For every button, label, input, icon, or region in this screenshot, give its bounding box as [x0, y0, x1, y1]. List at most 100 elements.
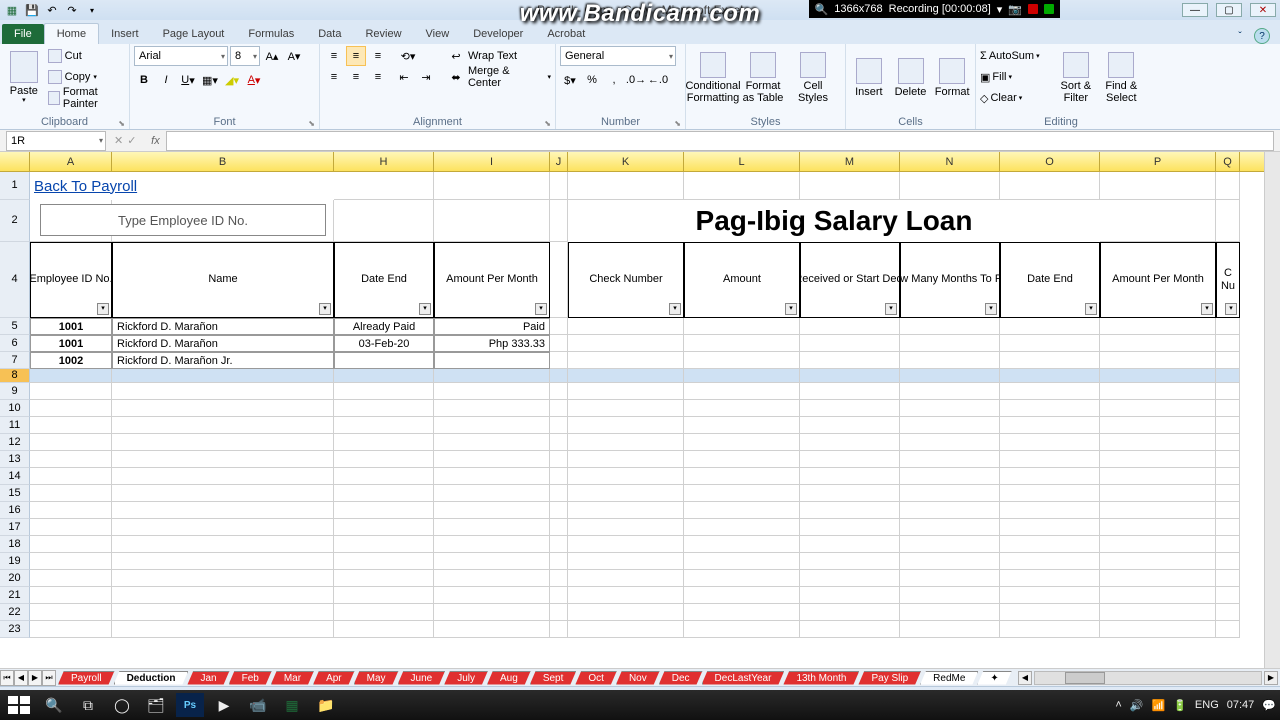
- row-header-1[interactable]: 1: [0, 172, 30, 200]
- col-header-P[interactable]: P: [1100, 152, 1216, 171]
- cell-N6[interactable]: [900, 335, 1000, 352]
- tab-view[interactable]: View: [414, 24, 462, 44]
- cell-J2[interactable]: [550, 200, 568, 242]
- row-header-19[interactable]: 19: [0, 553, 30, 570]
- redo-icon[interactable]: ↷: [64, 2, 80, 18]
- cell-P12[interactable]: [1100, 434, 1216, 451]
- filter-dropdown-icon[interactable]: ▾: [885, 303, 897, 315]
- cell-O5[interactable]: [1000, 318, 1100, 335]
- cell-A9[interactable]: [30, 383, 112, 400]
- cell-O13[interactable]: [1000, 451, 1100, 468]
- formula-input[interactable]: [166, 131, 1274, 151]
- cell-L12[interactable]: [684, 434, 800, 451]
- row-header-6[interactable]: 6: [0, 335, 30, 352]
- cell-B18[interactable]: [112, 536, 334, 553]
- sheet-tab-june[interactable]: June: [398, 671, 446, 685]
- cancel-icon[interactable]: ✕: [114, 134, 123, 147]
- cell-L15[interactable]: [684, 485, 800, 502]
- cell-J5[interactable]: [550, 318, 568, 335]
- cell-N7[interactable]: [900, 352, 1000, 369]
- cell-H9[interactable]: [334, 383, 434, 400]
- undo-icon[interactable]: ↶: [44, 2, 60, 18]
- cell-H17[interactable]: [334, 519, 434, 536]
- row-header-8[interactable]: 8: [0, 369, 30, 383]
- cell-H21[interactable]: [334, 587, 434, 604]
- cell-M5[interactable]: [800, 318, 900, 335]
- filter-dropdown-icon[interactable]: ▾: [419, 303, 431, 315]
- cell-J4[interactable]: [550, 242, 568, 318]
- cell-M8[interactable]: [800, 369, 900, 383]
- cell-P7[interactable]: [1100, 352, 1216, 369]
- align-bottom-button[interactable]: ≡: [368, 46, 388, 66]
- cell-M6[interactable]: [800, 335, 900, 352]
- cell-I5[interactable]: Paid: [434, 318, 550, 335]
- cell-B9[interactable]: [112, 383, 334, 400]
- cell-A2[interactable]: Type Employee ID No.: [40, 204, 326, 236]
- cell-L7[interactable]: [684, 352, 800, 369]
- cell-I13[interactable]: [434, 451, 550, 468]
- cell-J22[interactable]: [550, 604, 568, 621]
- cell-L13[interactable]: [684, 451, 800, 468]
- cell-I11[interactable]: [434, 417, 550, 434]
- cell-N18[interactable]: [900, 536, 1000, 553]
- cut-button[interactable]: Cut: [48, 46, 125, 66]
- cell-J15[interactable]: [550, 485, 568, 502]
- task-view-icon[interactable]: ⧉: [74, 693, 102, 717]
- cell-H2[interactable]: [334, 200, 434, 242]
- sheet-tab-aug[interactable]: Aug: [487, 671, 531, 685]
- grid-rows[interactable]: 124567891011121314151617181920212223Back…: [0, 172, 1264, 668]
- photoshop-icon[interactable]: Ps: [176, 693, 204, 717]
- row-header-17[interactable]: 17: [0, 519, 30, 536]
- cell-M12[interactable]: [800, 434, 900, 451]
- cell-M20[interactable]: [800, 570, 900, 587]
- col-header-H[interactable]: H: [334, 152, 434, 171]
- cell-I9[interactable]: [434, 383, 550, 400]
- cell-J12[interactable]: [550, 434, 568, 451]
- cell-L4[interactable]: Amount▾: [684, 242, 800, 318]
- cell-Q9[interactable]: [1216, 383, 1240, 400]
- close-button[interactable]: ✕: [1250, 3, 1276, 17]
- cell-I19[interactable]: [434, 553, 550, 570]
- cell-K7[interactable]: [568, 352, 684, 369]
- row-header-2[interactable]: 2: [0, 200, 30, 242]
- italic-button[interactable]: I: [156, 70, 176, 90]
- sheet-tab-jan[interactable]: Jan: [187, 671, 229, 685]
- cell-H13[interactable]: [334, 451, 434, 468]
- cell-K23[interactable]: [568, 621, 684, 638]
- cell-O7[interactable]: [1000, 352, 1100, 369]
- col-header-J[interactable]: J: [550, 152, 568, 171]
- dialog-launcher-icon[interactable]: ⬊: [674, 119, 681, 128]
- cell-O9[interactable]: [1000, 383, 1100, 400]
- horizontal-scrollbar[interactable]: ◀ ▶: [1018, 671, 1278, 685]
- font-size-combo[interactable]: 8: [230, 46, 260, 66]
- cell-B17[interactable]: [112, 519, 334, 536]
- cell-K21[interactable]: [568, 587, 684, 604]
- cell-L1[interactable]: [684, 172, 800, 200]
- file-explorer-icon[interactable]: 🗂: [142, 693, 170, 717]
- search-icon[interactable]: 🔍: [40, 693, 68, 717]
- filter-dropdown-icon[interactable]: ▾: [785, 303, 797, 315]
- cell-A17[interactable]: [30, 519, 112, 536]
- sheet-tab-deduction[interactable]: Deduction: [114, 671, 189, 685]
- format-cells-button[interactable]: Format: [933, 46, 971, 110]
- cell-M1[interactable]: [800, 172, 900, 200]
- tab-nav-next[interactable]: ▶: [28, 670, 42, 686]
- cell-I17[interactable]: [434, 519, 550, 536]
- cell-P9[interactable]: [1100, 383, 1216, 400]
- cell-K18[interactable]: [568, 536, 684, 553]
- cell-P14[interactable]: [1100, 468, 1216, 485]
- align-right-button[interactable]: ≡: [368, 67, 388, 87]
- cell-P23[interactable]: [1100, 621, 1216, 638]
- new-sheet-button[interactable]: ✦: [977, 671, 1011, 685]
- cell-J6[interactable]: [550, 335, 568, 352]
- cell-Q21[interactable]: [1216, 587, 1240, 604]
- cell-N22[interactable]: [900, 604, 1000, 621]
- cell-P22[interactable]: [1100, 604, 1216, 621]
- cell-K4[interactable]: Check Number▾: [568, 242, 684, 318]
- row-header-12[interactable]: 12: [0, 434, 30, 451]
- sheet-tab-sept[interactable]: Sept: [530, 671, 577, 685]
- sheet-tab-oct[interactable]: Oct: [575, 671, 617, 685]
- sheet-tab-july[interactable]: July: [444, 671, 488, 685]
- cell-B15[interactable]: [112, 485, 334, 502]
- clear-button[interactable]: ◇ Clear▾: [980, 88, 1051, 108]
